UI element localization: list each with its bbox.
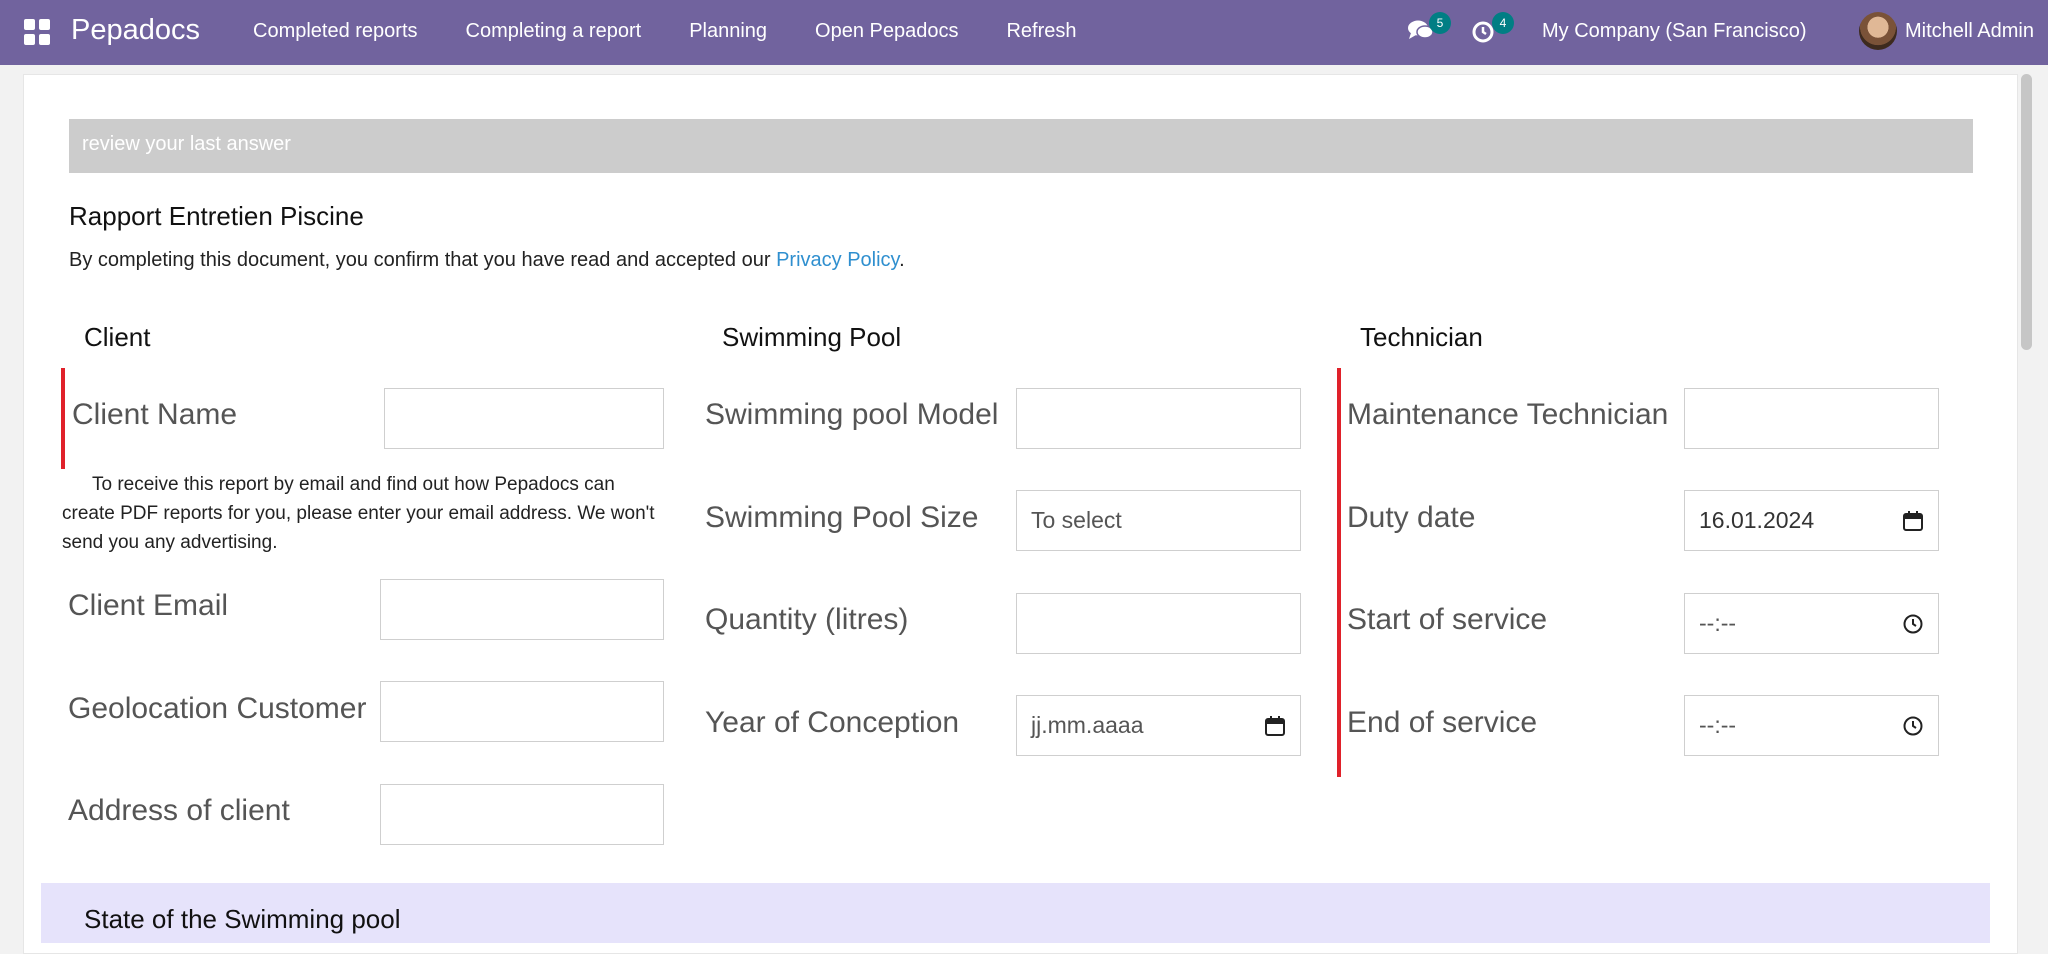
pool-size-select[interactable]: To select	[1016, 490, 1301, 551]
privacy-suffix: .	[899, 249, 905, 271]
activities-button[interactable]: 4	[1470, 12, 1514, 49]
required-marker	[61, 368, 65, 469]
end-service-label: End of service	[1347, 706, 1538, 739]
review-banner[interactable]: review your last answer	[69, 119, 1973, 173]
start-service-label: Start of service	[1347, 603, 1548, 636]
duty-date-label: Duty date	[1347, 501, 1476, 534]
email-note: To receive this report by email and find…	[62, 474, 655, 553]
clock-icon[interactable]	[1902, 613, 1924, 635]
year-date-input[interactable]: jj.mm.aaaa	[1016, 695, 1301, 756]
quantity-input[interactable]	[1016, 593, 1301, 654]
pool-size-label: Swimming Pool Size	[705, 501, 979, 534]
privacy-text: By completing this document, you confirm…	[69, 249, 777, 271]
menu-refresh[interactable]: Refresh	[1006, 20, 1076, 43]
year-placeholder: jj.mm.aaaa	[1031, 712, 1144, 738]
geolocation-label: Geolocation Customer	[68, 692, 367, 725]
main-menu: Completed reports Completing a report Pl…	[253, 20, 1125, 43]
pool-model-label: Swimming pool Model	[705, 398, 999, 431]
client-section-title: Client	[84, 322, 151, 352]
privacy-policy-link[interactable]: Privacy Policy	[776, 249, 899, 271]
menu-open-pepadocs[interactable]: Open Pepadocs	[815, 20, 958, 43]
address-label: Address of client	[68, 794, 290, 827]
end-service-input[interactable]: --:--	[1684, 695, 1939, 756]
address-input[interactable]	[380, 784, 664, 845]
client-email-label: Client Email	[68, 589, 229, 622]
end-service-value: --:--	[1699, 712, 1737, 738]
clock-icon[interactable]	[1902, 715, 1924, 737]
geolocation-input[interactable]	[380, 681, 664, 742]
document-title: Rapport Entretien Piscine	[69, 201, 364, 231]
user-menu[interactable]: Mitchell Admin	[1905, 20, 2034, 43]
app-grid-icon[interactable]	[24, 19, 50, 45]
top-navbar: Pepadocs Completed reports Completing a …	[0, 0, 2048, 65]
menu-completing-report[interactable]: Completing a report	[466, 20, 642, 43]
start-service-input[interactable]: --:--	[1684, 593, 1939, 654]
privacy-statement: By completing this document, you confirm…	[69, 249, 905, 272]
duty-date-input[interactable]: 16.01.2024	[1684, 490, 1939, 551]
messages-button[interactable]: 5	[1407, 12, 1451, 49]
pool-section-title: Swimming Pool	[722, 322, 902, 352]
duty-date-value: 16.01.2024	[1699, 507, 1815, 533]
required-marker	[1337, 368, 1341, 777]
messages-badge: 5	[1429, 12, 1451, 34]
company-switcher[interactable]: My Company (San Francisco)	[1542, 20, 1807, 43]
start-service-value: --:--	[1699, 610, 1737, 636]
technician-input[interactable]	[1684, 388, 1939, 449]
pool-model-input[interactable]	[1016, 388, 1301, 449]
client-name-input[interactable]	[384, 388, 664, 449]
year-label: Year of Conception	[705, 706, 960, 739]
calendar-icon[interactable]	[1902, 510, 1924, 532]
calendar-icon[interactable]	[1264, 715, 1286, 737]
menu-planning[interactable]: Planning	[689, 20, 767, 43]
scrollbar-thumb[interactable]	[2021, 74, 2032, 350]
technician-section-title: Technician	[1360, 322, 1483, 352]
menu-completed-reports[interactable]: Completed reports	[253, 20, 418, 43]
client-name-label: Client Name	[72, 398, 238, 431]
state-section-title: State of the Swimming pool	[84, 904, 401, 934]
technician-label: Maintenance Technician	[1347, 398, 1669, 431]
client-email-input[interactable]	[380, 579, 664, 640]
avatar[interactable]	[1859, 12, 1897, 50]
pool-size-value: To select	[1031, 507, 1122, 533]
quantity-label: Quantity (litres)	[705, 603, 909, 636]
app-name[interactable]: Pepadocs	[71, 14, 200, 47]
activities-badge: 4	[1492, 12, 1514, 34]
